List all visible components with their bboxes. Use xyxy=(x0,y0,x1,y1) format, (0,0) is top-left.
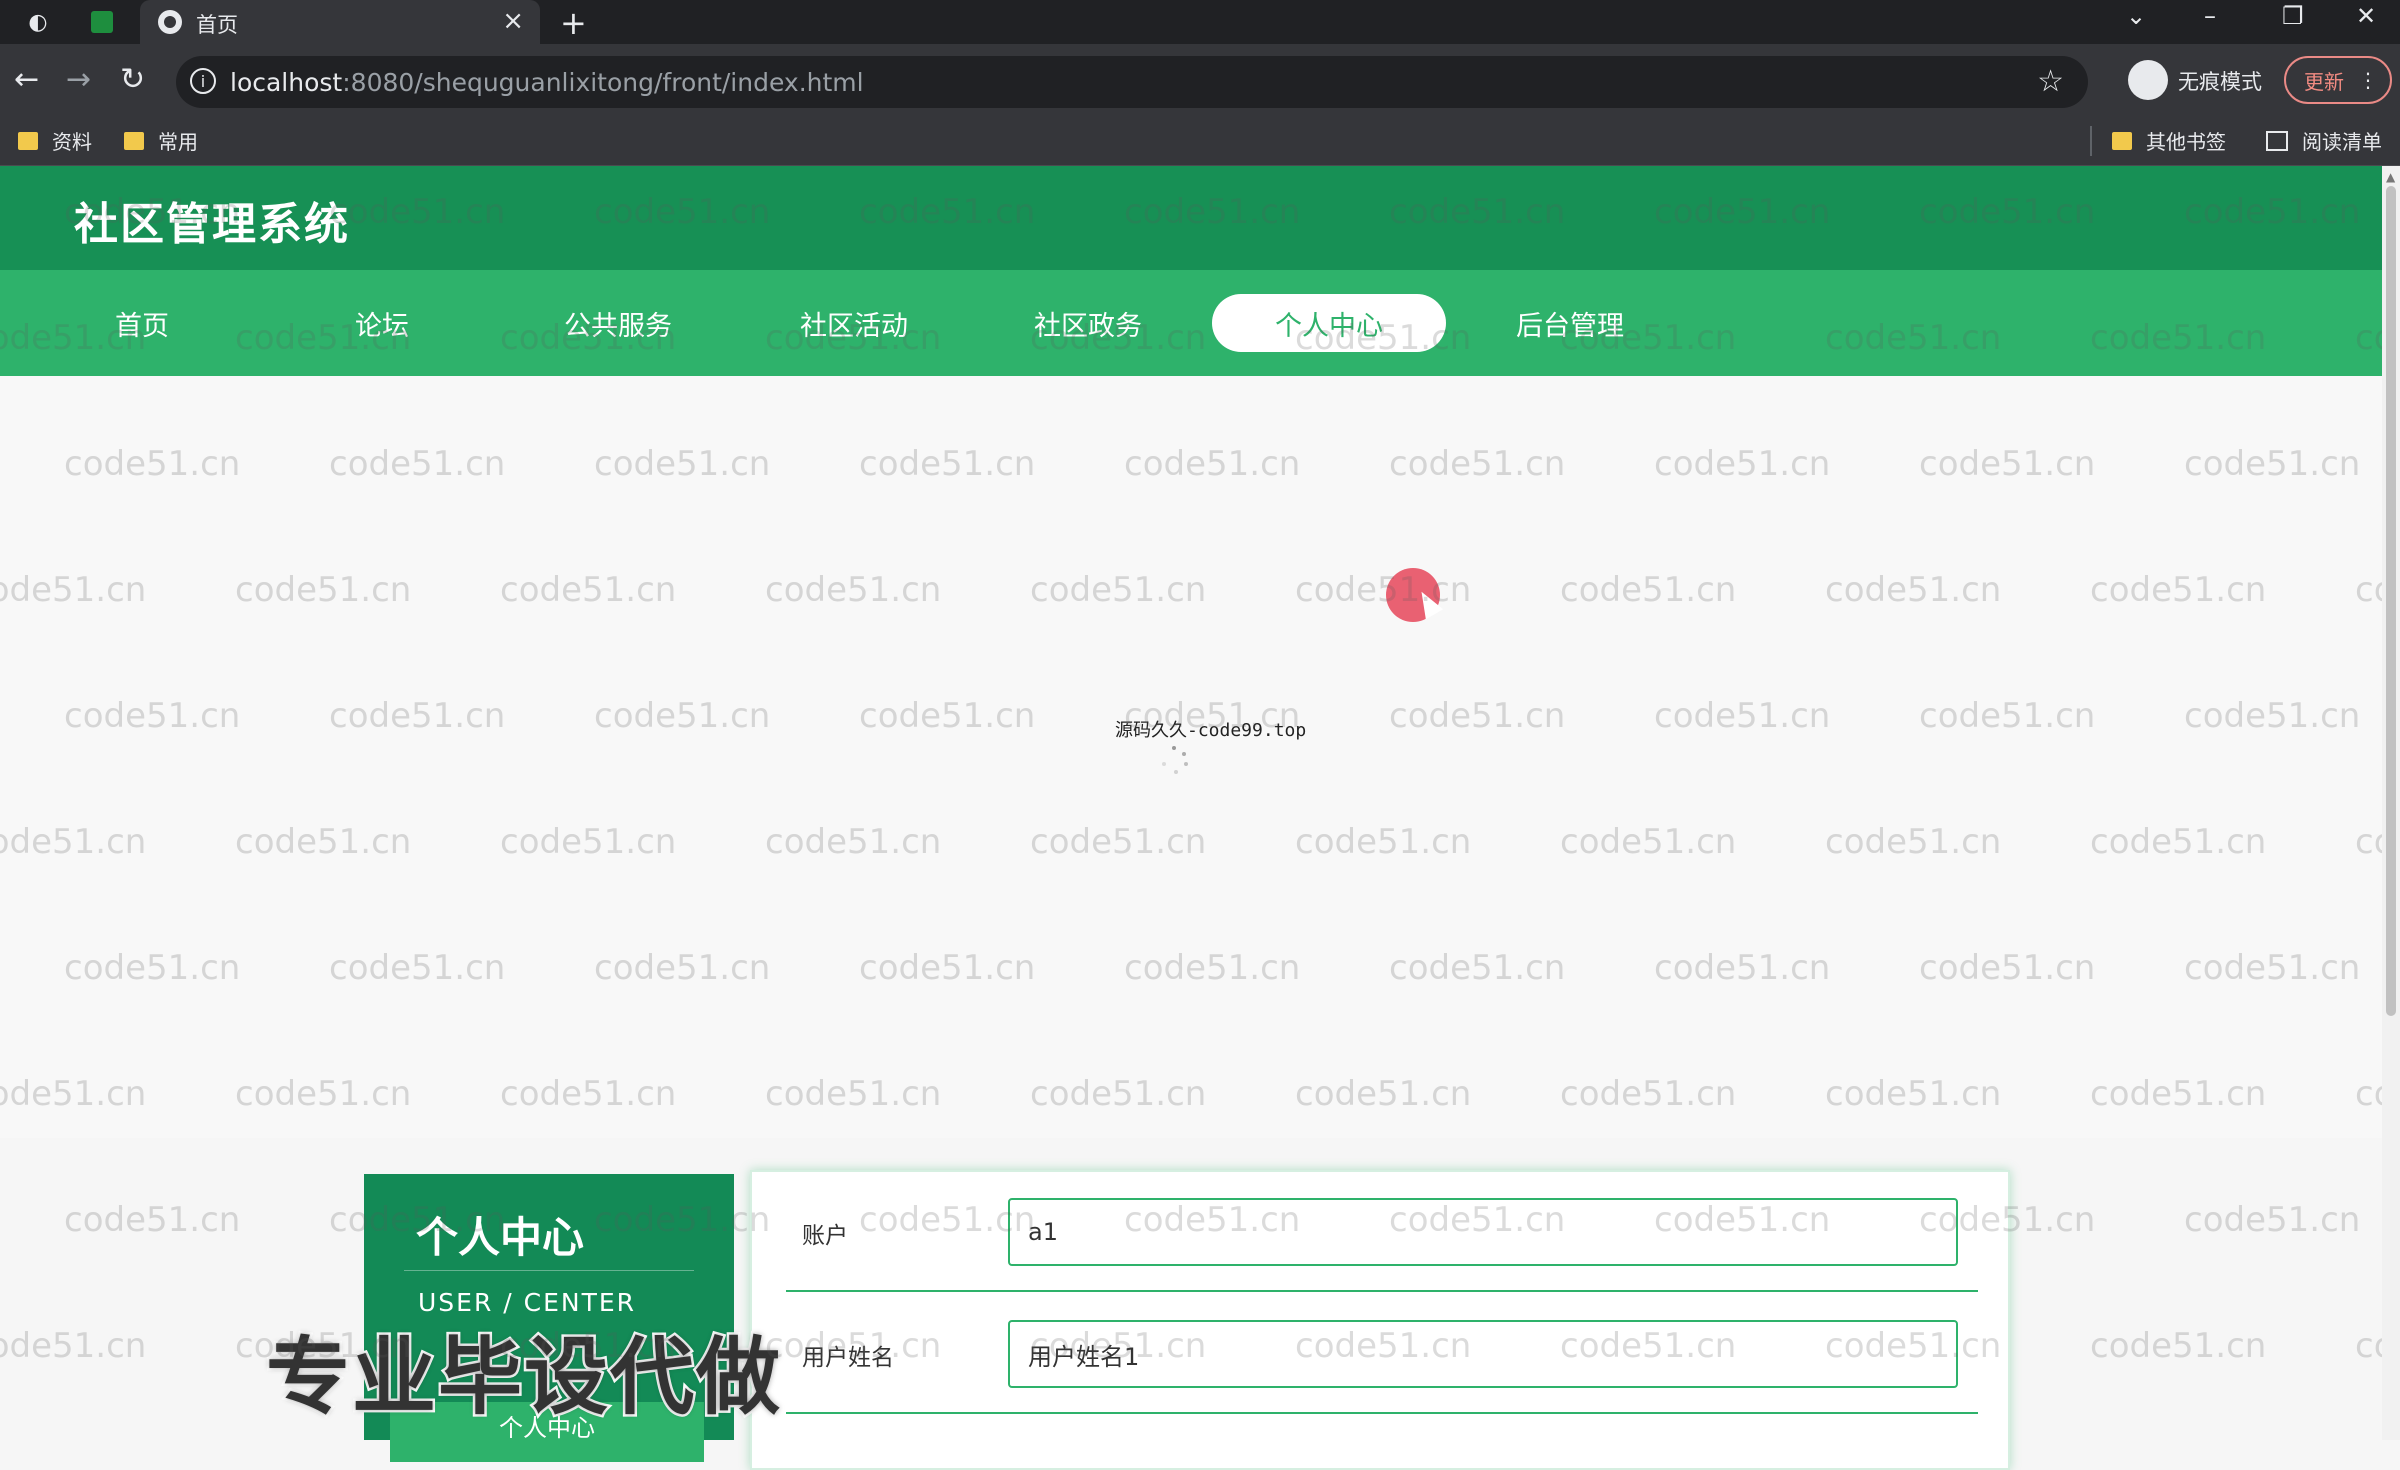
back-arrow-icon[interactable]: ← xyxy=(14,62,39,97)
nav-public-service[interactable]: 公共服务 xyxy=(508,294,728,352)
address-bar[interactable]: i localhost:8080/shequguanlixitong/front… xyxy=(176,56,2088,108)
watermark-text: code51.cn xyxy=(2090,1326,2267,1366)
bookmark-label: 资料 xyxy=(52,130,92,154)
folder-icon xyxy=(124,131,144,150)
globe-icon xyxy=(158,10,182,34)
watermark-text: code51.cn xyxy=(0,1326,147,1366)
bookmark-label: 常用 xyxy=(158,130,198,154)
form-row-username: 用户姓名 用户姓名1 xyxy=(786,1294,1978,1414)
nav-community-affairs[interactable]: 社区政务 xyxy=(978,294,1198,352)
other-bookmarks[interactable]: 其他书签 xyxy=(2112,126,2226,155)
reload-icon[interactable]: ↻ xyxy=(120,62,145,97)
account-label: 账户 xyxy=(802,1223,848,1249)
incognito-icon[interactable] xyxy=(2128,60,2168,100)
tab-title: 首页 xyxy=(196,13,238,37)
site-title: 社区管理系统 xyxy=(74,199,350,250)
user-center-title: 个人中心 xyxy=(416,1213,585,1262)
bookmarks-bar: 资料 常用 其他书签 阅读清单 xyxy=(0,118,2400,166)
nav-personal-center[interactable]: 个人中心 xyxy=(1212,294,1446,352)
bookmark-separator xyxy=(2090,126,2092,156)
tab-search-chevron-icon[interactable]: ⌄ xyxy=(2126,2,2146,30)
username-input[interactable]: 用户姓名1 xyxy=(1008,1320,1958,1388)
url-path: :8080/shequguanlixitong/front/index.html xyxy=(342,68,864,97)
loading-text: 源码久久-code99.top xyxy=(1115,720,1307,741)
new-tab-icon[interactable]: + xyxy=(560,4,587,42)
incognito-label: 无痕模式 xyxy=(2178,70,2262,94)
update-button[interactable]: 更新 ⋮ xyxy=(2284,56,2392,104)
bookmark-star-icon[interactable]: ☆ xyxy=(2037,64,2064,99)
nav-admin[interactable]: 后台管理 xyxy=(1460,294,1680,352)
loading-spinner-icon xyxy=(1160,746,1188,774)
bookmark-folder-changyong[interactable]: 常用 xyxy=(124,126,198,155)
more-menu-icon[interactable]: ⋮ xyxy=(2358,68,2378,92)
username-label: 用户姓名 xyxy=(802,1345,894,1371)
banner-area xyxy=(0,376,2382,1138)
scroll-up-icon[interactable]: ▲ xyxy=(2386,170,2395,184)
account-input[interactable]: a1 xyxy=(1008,1198,1958,1266)
reading-list-icon xyxy=(2266,130,2288,151)
folder-icon xyxy=(18,131,38,150)
reading-list-label: 阅读清单 xyxy=(2302,130,2382,154)
site-info-icon[interactable]: i xyxy=(190,68,216,94)
main-nav: 首页 论坛 公共服务 社区活动 社区政务 个人中心 后台管理 xyxy=(0,270,2382,376)
close-tab-icon[interactable]: × xyxy=(502,6,524,36)
reading-list[interactable]: 阅读清单 xyxy=(2266,126,2382,155)
url-text[interactable]: localhost:8080/shequguanlixitong/front/i… xyxy=(230,68,864,97)
sidebar-divider xyxy=(404,1270,694,1271)
site-header: 社区管理系统 xyxy=(0,166,2382,270)
update-label: 更新 xyxy=(2304,69,2344,94)
watermark-text: code51.cn xyxy=(2355,1326,2382,1366)
minimize-icon[interactable]: – xyxy=(2204,2,2216,30)
browser-tab-bar: ◐ 首页 × + ⌄ – ❐ ✕ xyxy=(0,0,2400,44)
active-tab[interactable]: 首页 × xyxy=(140,0,540,44)
nav-forum[interactable]: 论坛 xyxy=(272,294,492,352)
bookmark-folder-ziliao[interactable]: 资料 xyxy=(18,126,92,155)
folder-icon xyxy=(2112,131,2132,150)
form-row-account: 账户 a1 xyxy=(786,1172,1978,1292)
scrollbar-thumb[interactable] xyxy=(2386,186,2396,1016)
nav-community-activity[interactable]: 社区活动 xyxy=(744,294,964,352)
watermark-text: code51.cn xyxy=(2184,1200,2361,1240)
forward-arrow-icon[interactable]: → xyxy=(66,62,91,97)
page-scrollbar[interactable]: ▲ xyxy=(2382,166,2400,1440)
browser-toolbar: ← → ↻ i localhost:8080/shequguanlixitong… xyxy=(0,44,2400,118)
pinned-sheet-tab-icon[interactable] xyxy=(86,6,118,38)
browser-menu-icon[interactable]: ◐ xyxy=(22,6,54,38)
nav-home[interactable]: 首页 xyxy=(32,294,252,352)
url-host: localhost xyxy=(230,68,343,97)
promo-overlay-text: 专业毕设代做 xyxy=(263,1326,783,1429)
other-bookmarks-label: 其他书签 xyxy=(2146,130,2226,154)
restore-icon[interactable]: ❐ xyxy=(2282,2,2304,30)
profile-form: 账户 a1 用户姓名 用户姓名1 xyxy=(750,1170,2010,1470)
close-window-icon[interactable]: ✕ xyxy=(2356,2,2376,30)
watermark-text: code51.cn xyxy=(64,1200,241,1240)
